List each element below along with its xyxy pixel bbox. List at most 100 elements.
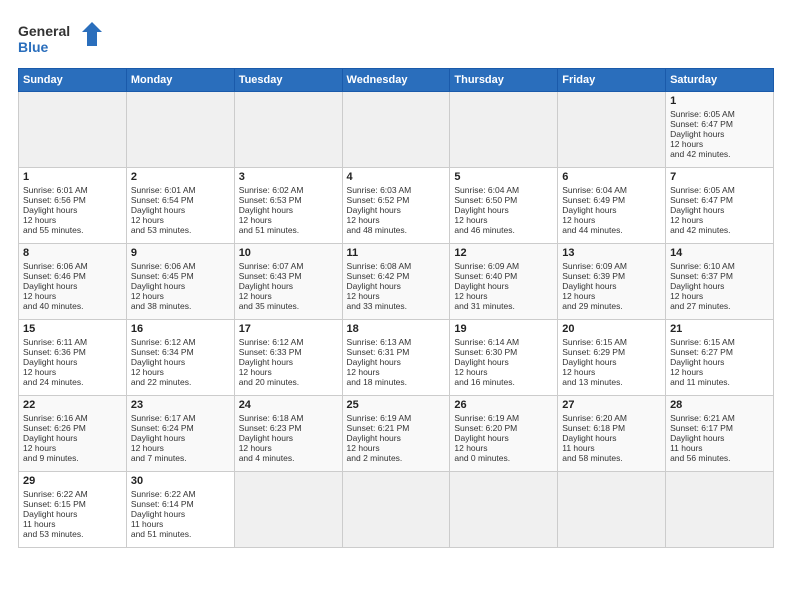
sunrise: Sunrise: 6:13 AM — [347, 337, 412, 347]
day-number: 10 — [239, 247, 338, 259]
sunrise: Sunrise: 6:05 AM — [670, 185, 735, 195]
sunrise: Sunrise: 6:11 AM — [23, 337, 87, 347]
day-cell: 6Sunrise: 6:04 AMSunset: 6:49 PMDaylight… — [558, 168, 666, 244]
daylight-label: Daylight hours — [670, 129, 724, 139]
sunset: Sunset: 6:36 PM — [23, 347, 86, 357]
daylight-mins: and 55 minutes. — [23, 225, 83, 235]
daylight-label: Daylight hours — [347, 281, 401, 291]
day-cell: 10Sunrise: 6:07 AMSunset: 6:43 PMDayligh… — [234, 244, 342, 320]
daylight-label: Daylight hours — [562, 281, 616, 291]
day-cell: 3Sunrise: 6:02 AMSunset: 6:53 PMDaylight… — [234, 168, 342, 244]
day-cell: 14Sunrise: 6:10 AMSunset: 6:37 PMDayligh… — [666, 244, 774, 320]
day-cell — [19, 92, 127, 168]
day-number: 26 — [454, 399, 553, 411]
sunset: Sunset: 6:42 PM — [347, 271, 410, 281]
daylight-hours: 11 hours — [562, 443, 594, 453]
daylight-hours: 12 hours — [23, 215, 56, 225]
sunrise: Sunrise: 6:18 AM — [239, 413, 304, 423]
sunset: Sunset: 6:46 PM — [23, 271, 86, 281]
sunset: Sunset: 6:50 PM — [454, 195, 517, 205]
day-number: 15 — [23, 323, 122, 335]
daylight-mins: and 18 minutes. — [347, 377, 407, 387]
day-cell — [666, 472, 774, 548]
sunrise: Sunrise: 6:01 AM — [131, 185, 196, 195]
daylight-label: Daylight hours — [131, 509, 185, 519]
daylight-hours: 11 hours — [23, 519, 55, 529]
daylight-hours: 12 hours — [131, 215, 164, 225]
sunset: Sunset: 6:34 PM — [131, 347, 194, 357]
day-cell: 1Sunrise: 6:05 AMSunset: 6:47 PMDaylight… — [666, 92, 774, 168]
sunrise: Sunrise: 6:06 AM — [23, 261, 88, 271]
col-header-saturday: Saturday — [666, 69, 774, 92]
daylight-label: Daylight hours — [454, 433, 508, 443]
daylight-hours: 12 hours — [239, 443, 272, 453]
daylight-mins: and 20 minutes. — [239, 377, 299, 387]
sunrise: Sunrise: 6:20 AM — [562, 413, 627, 423]
daylight-hours: 12 hours — [562, 291, 595, 301]
daylight-hours: 12 hours — [670, 291, 703, 301]
day-number: 9 — [131, 247, 230, 259]
day-cell — [234, 472, 342, 548]
daylight-hours: 12 hours — [670, 215, 703, 225]
daylight-mins: and 9 minutes. — [23, 453, 79, 463]
daylight-hours: 12 hours — [23, 367, 56, 377]
daylight-label: Daylight hours — [454, 357, 508, 367]
sunset: Sunset: 6:21 PM — [347, 423, 410, 433]
daylight-hours: 12 hours — [239, 367, 272, 377]
day-cell: 12Sunrise: 6:09 AMSunset: 6:40 PMDayligh… — [450, 244, 558, 320]
daylight-label: Daylight hours — [23, 357, 77, 367]
col-header-monday: Monday — [126, 69, 234, 92]
day-cell: 15 Sunrise: 6:11 AMSunset: 6:36 PMDayligh… — [19, 320, 127, 396]
daylight-hours: 12 hours — [562, 367, 595, 377]
day-number: 12 — [454, 247, 553, 259]
sunset: Sunset: 6:47 PM — [670, 119, 733, 129]
day-number: 16 — [131, 323, 230, 335]
daylight-label: Daylight hours — [23, 433, 77, 443]
daylight-label: Daylight hours — [562, 357, 616, 367]
day-number: 14 — [670, 247, 769, 259]
daylight-hours: 12 hours — [23, 291, 56, 301]
daylight-mins: and 44 minutes. — [562, 225, 622, 235]
sunrise: Sunrise: 6:22 AM — [23, 489, 88, 499]
daylight-mins: and 31 minutes. — [454, 301, 514, 311]
col-header-thursday: Thursday — [450, 69, 558, 92]
sunset: Sunset: 6:49 PM — [562, 195, 625, 205]
day-cell: 26Sunrise: 6:19 AMSunset: 6:20 PMDayligh… — [450, 396, 558, 472]
daylight-label: Daylight hours — [131, 357, 185, 367]
daylight-label: Daylight hours — [23, 281, 77, 291]
day-number: 23 — [131, 399, 230, 411]
sunset: Sunset: 6:39 PM — [562, 271, 625, 281]
daylight-label: Daylight hours — [670, 281, 724, 291]
day-cell: 30Sunrise: 6:22 AMSunset: 6:14 PMDayligh… — [126, 472, 234, 548]
day-cell — [558, 92, 666, 168]
daylight-mins: and 27 minutes. — [670, 301, 730, 311]
day-cell: 7Sunrise: 6:05 AMSunset: 6:47 PMDaylight… — [666, 168, 774, 244]
day-number: 4 — [347, 171, 446, 183]
day-number: 3 — [239, 171, 338, 183]
day-cell: 28Sunrise: 6:21 AMSunset: 6:17 PMDayligh… — [666, 396, 774, 472]
daylight-label: Daylight hours — [131, 433, 185, 443]
daylight-label: Daylight hours — [562, 433, 616, 443]
day-cell — [126, 92, 234, 168]
daylight-hours: 11 hours — [131, 519, 163, 529]
daylight-mins: and 4 minutes. — [239, 453, 295, 463]
sunrise: Sunrise: 6:16 AM — [23, 413, 88, 423]
daylight-mins: and 51 minutes. — [239, 225, 299, 235]
day-cell: 9Sunrise: 6:06 AMSunset: 6:45 PMDaylight… — [126, 244, 234, 320]
daylight-mins: and 42 minutes. — [670, 225, 730, 235]
sunset: Sunset: 6:24 PM — [131, 423, 194, 433]
daylight-label: Daylight hours — [239, 281, 293, 291]
day-number: 24 — [239, 399, 338, 411]
daylight-hours: 12 hours — [454, 291, 487, 301]
day-cell: 21Sunrise: 6:15 AMSunset: 6:27 PMDayligh… — [666, 320, 774, 396]
day-number: 29 — [23, 475, 122, 487]
daylight-label: Daylight hours — [670, 433, 724, 443]
col-header-sunday: Sunday — [19, 69, 127, 92]
sunset: Sunset: 6:45 PM — [131, 271, 194, 281]
sunrise: Sunrise: 6:15 AM — [670, 337, 735, 347]
daylight-mins: and 16 minutes. — [454, 377, 514, 387]
sunset: Sunset: 6:29 PM — [562, 347, 625, 357]
sunset: Sunset: 6:52 PM — [347, 195, 410, 205]
daylight-mins: and 48 minutes. — [347, 225, 407, 235]
daylight-mins: and 24 minutes. — [23, 377, 83, 387]
